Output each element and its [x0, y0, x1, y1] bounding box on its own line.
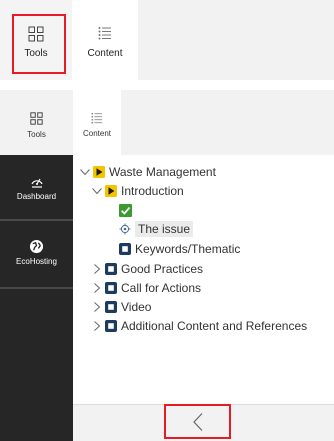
tab-content[interactable]: Content	[73, 90, 121, 155]
tree-item-label: Waste Management	[109, 165, 216, 179]
sidebar-divider	[0, 287, 73, 289]
tools-highlight-box	[12, 14, 66, 74]
content-button[interactable]: Content	[72, 0, 138, 80]
checkbox-checked-icon	[119, 203, 132, 217]
tree-item-label: Good Practices	[121, 262, 204, 276]
module-icon	[93, 166, 105, 178]
list-icon	[91, 112, 103, 124]
sidebar-item-dashboard[interactable]: Dashboard	[0, 173, 73, 201]
tree-item-label: Introduction	[121, 184, 184, 198]
content-label: Content	[87, 48, 123, 59]
target-icon	[119, 223, 131, 235]
tab-tools-label: Tools	[27, 130, 46, 139]
sidebar-item-dashboard-label: Dashboard	[16, 192, 57, 201]
content-tree: Waste Management Introduction The issue …	[73, 155, 334, 404]
chevron-right-icon[interactable]	[91, 282, 103, 294]
page-icon	[105, 282, 117, 294]
sidebar-item-ecohosting-label: EcoHosting	[16, 257, 57, 266]
tree-item-label: The issue	[135, 221, 194, 237]
tree-item-label: Additional Content and References	[121, 319, 308, 333]
tree-item-check[interactable]	[119, 201, 136, 219]
back-highlight-box	[164, 404, 231, 439]
page-icon	[105, 301, 117, 313]
tree-item-label: Keywords/Thematic	[135, 242, 241, 256]
sidebar: Dashboard EcoHosting	[0, 155, 73, 441]
page-icon	[105, 263, 117, 275]
tree-item-call-for-actions[interactable]: Call for Actions	[91, 279, 201, 297]
tree-item-good-practices[interactable]: Good Practices	[91, 260, 203, 278]
top-toolbar: Tools Content	[0, 0, 334, 80]
chevron-down-icon[interactable]	[91, 185, 103, 197]
tab-content-label: Content	[82, 129, 112, 138]
chevron-down-icon[interactable]	[79, 166, 91, 178]
tree-item-additional-content[interactable]: Additional Content and References	[91, 317, 307, 335]
page-icon	[119, 243, 131, 255]
separator-gap	[0, 80, 334, 90]
tab-tools[interactable]: Tools	[0, 90, 73, 155]
grid-icon	[30, 112, 43, 125]
chevron-right-icon[interactable]	[91, 320, 103, 332]
panel-tabs: Tools Content	[0, 90, 334, 155]
chevron-right-icon[interactable]	[91, 263, 103, 275]
sidebar-divider	[0, 219, 73, 221]
tree-item-waste-management[interactable]: Waste Management	[79, 163, 216, 181]
module-icon	[105, 185, 117, 197]
list-icon	[98, 27, 111, 40]
toolbar-empty-area	[138, 0, 334, 80]
chevron-right-icon[interactable]	[91, 301, 103, 313]
tree-item-the-issue[interactable]: The issue	[119, 220, 194, 238]
tree-item-keywords[interactable]: Keywords/Thematic	[119, 240, 240, 258]
page-icon	[105, 320, 117, 332]
tree-item-introduction[interactable]: Introduction	[91, 182, 184, 200]
tree-item-video[interactable]: Video	[91, 298, 151, 316]
dashboard-icon	[30, 178, 43, 188]
sidebar-item-ecohosting[interactable]: EcoHosting	[0, 239, 73, 266]
tree-item-label: Call for Actions	[121, 281, 202, 295]
tree-item-label: Video	[121, 300, 152, 314]
globe-icon	[29, 239, 44, 254]
